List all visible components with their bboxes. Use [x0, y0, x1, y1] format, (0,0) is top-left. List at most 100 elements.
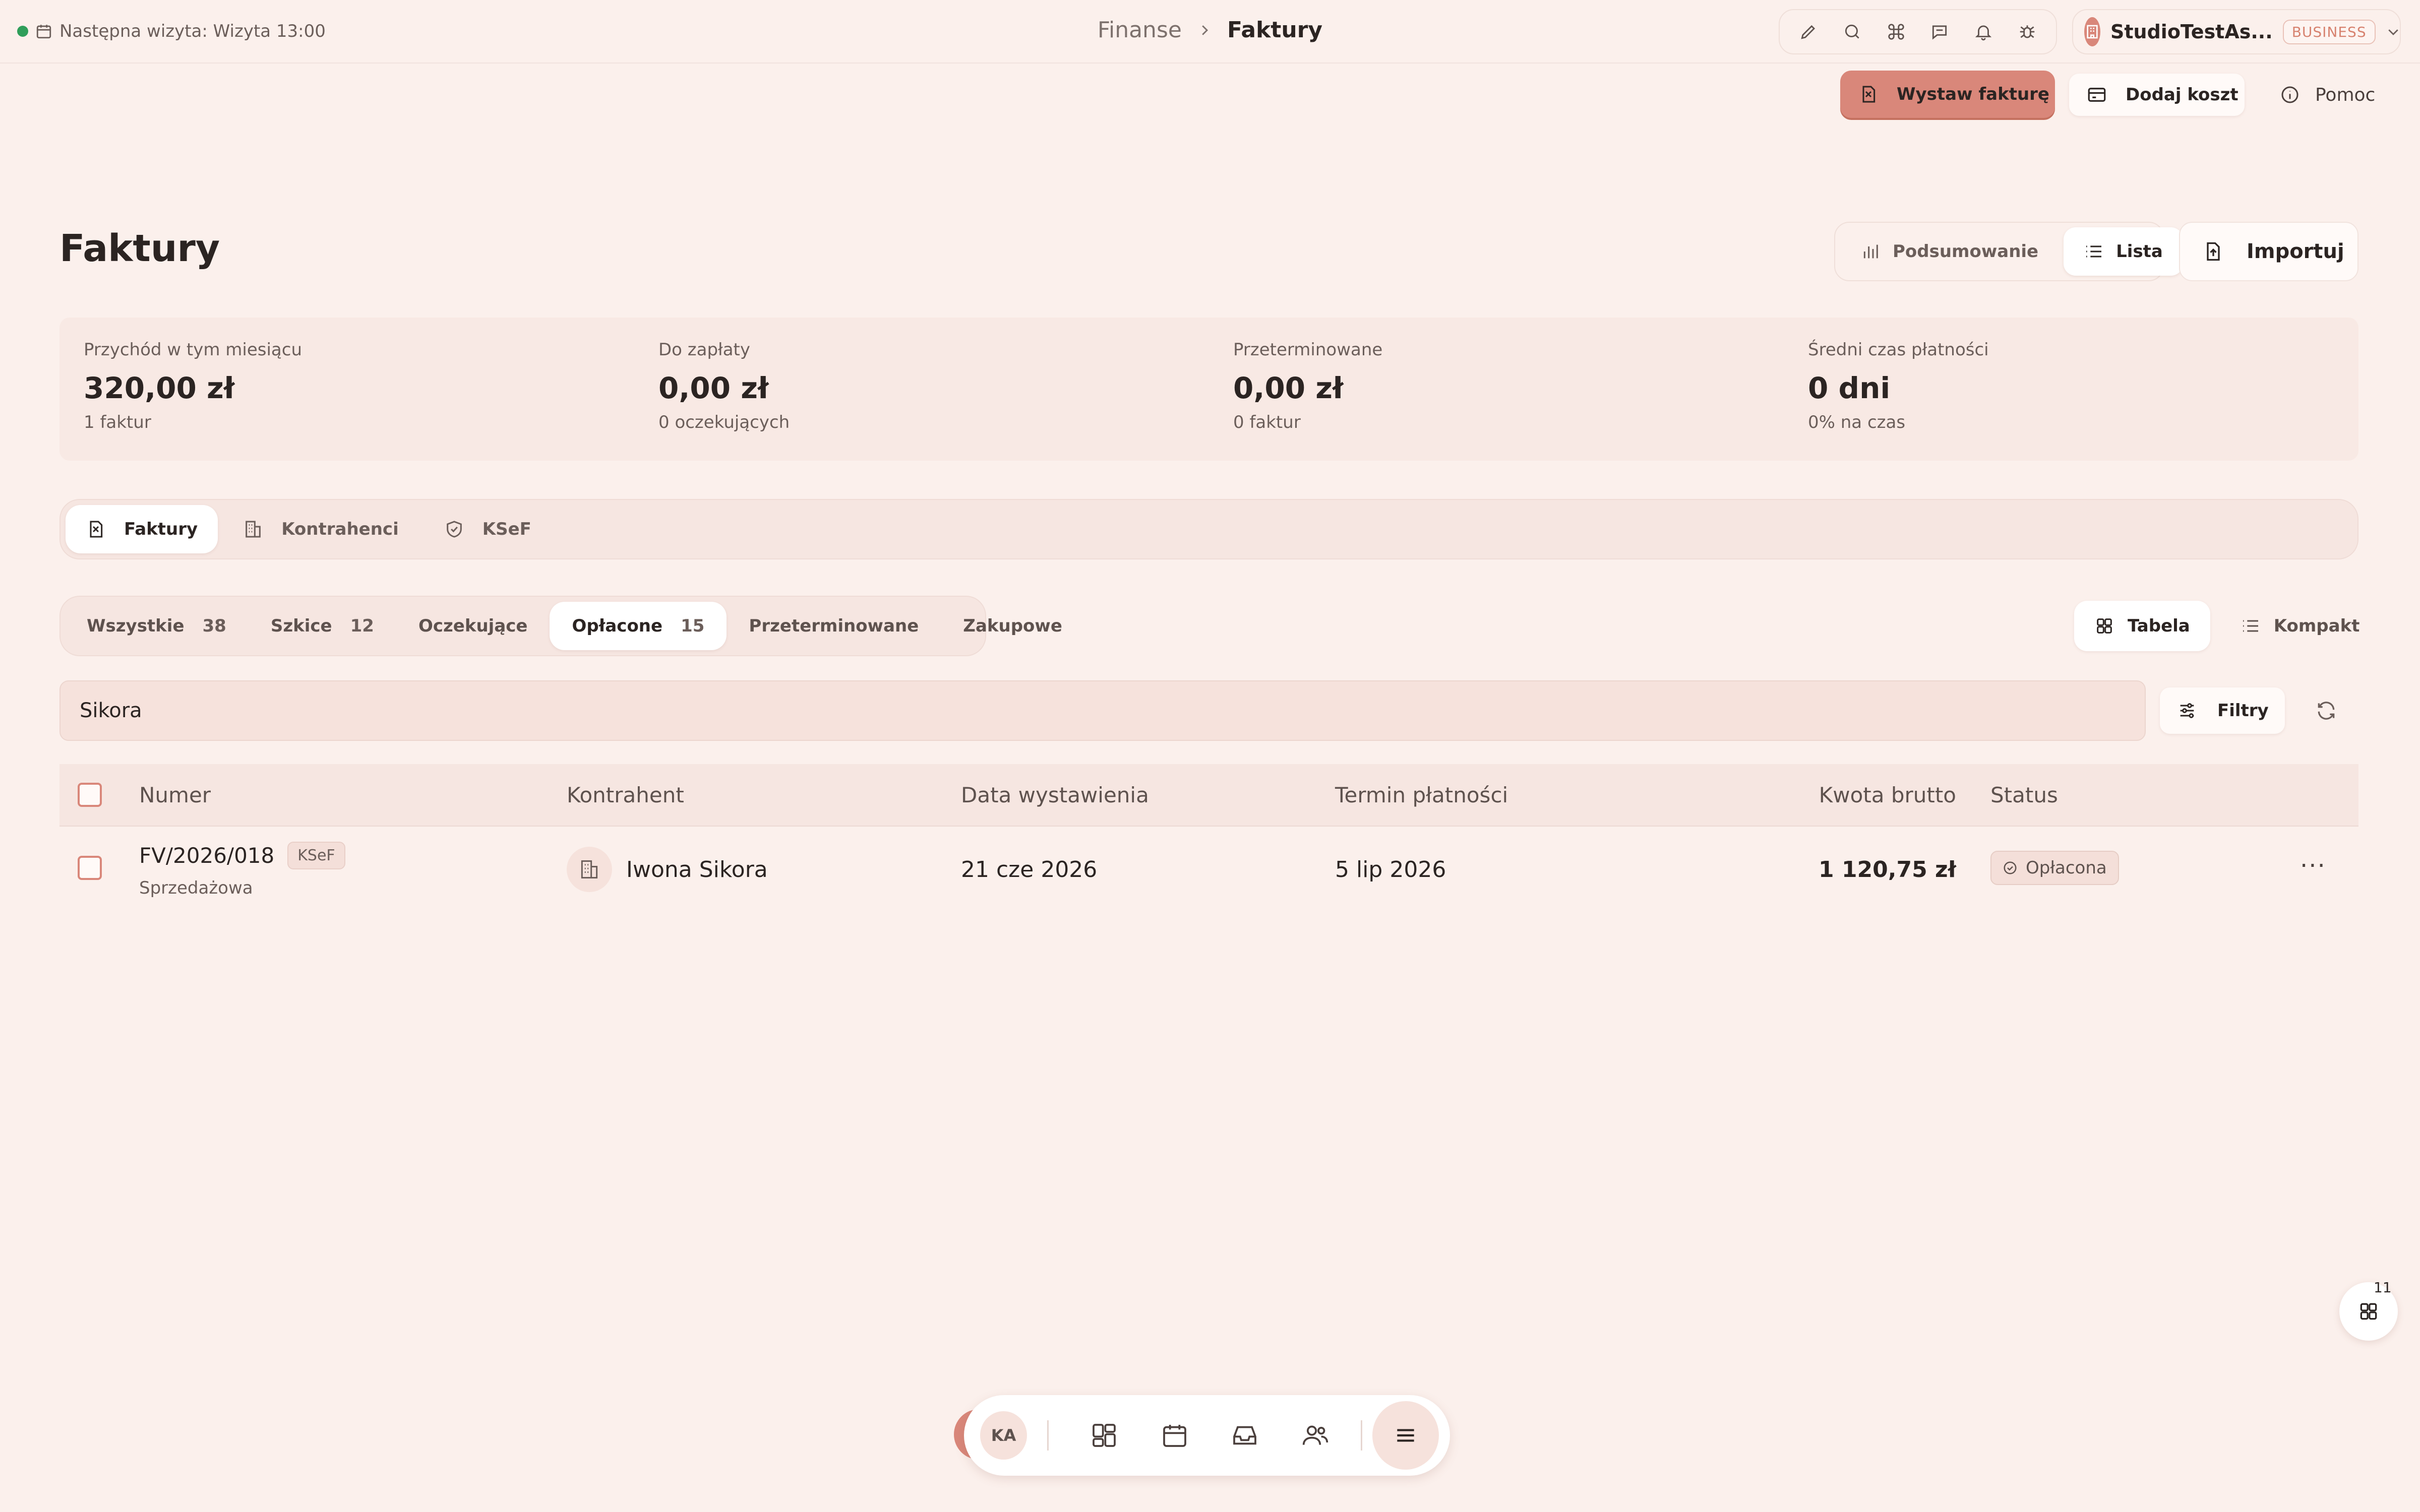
toolbar-icons	[1779, 9, 2057, 54]
search-icon[interactable]	[1835, 14, 1870, 49]
stat-sub: 0 oczekujących	[658, 412, 790, 432]
command-icon[interactable]	[1879, 14, 1914, 49]
info-icon	[2280, 85, 2300, 105]
column-header[interactable]: Numer	[139, 783, 211, 807]
tab-invoices[interactable]: Faktury	[66, 505, 218, 553]
chevron-right-icon	[1197, 23, 1212, 38]
refresh-icon[interactable]	[2310, 695, 2342, 727]
stat-value: 0,00 zł	[658, 371, 769, 405]
page-title: Faktury	[59, 227, 220, 270]
contractor-cell: Iwona Sikora	[567, 847, 768, 892]
tab-contractors[interactable]: Kontrahenci	[223, 505, 419, 553]
stat-label: Przeterminowane	[1233, 340, 1383, 360]
column-header[interactable]: Status	[1990, 783, 2058, 807]
column-header[interactable]: Kwota brutto	[1819, 783, 1956, 807]
more-options-icon[interactable]: ···	[2300, 852, 2326, 880]
stat-card: Przeterminowane 0,00 zł 0 faktur	[1209, 318, 1784, 461]
list-icon	[2241, 616, 2261, 636]
view-summary-label: Podsumowanie	[1893, 241, 2039, 262]
bell-icon[interactable]	[1966, 14, 2001, 49]
table-header: Numer Kontrahent Data wystawienia Termin…	[59, 764, 2358, 827]
divider	[1047, 1420, 1049, 1451]
add-cost-label: Dodaj koszt	[2126, 85, 2238, 105]
avatar[interactable]: KA	[980, 1411, 1027, 1460]
row-checkbox[interactable]	[78, 856, 102, 880]
chevron-down-icon	[2386, 24, 2401, 39]
stat-card: Przychód w tym miesiącu 320,00 zł 1 fakt…	[59, 318, 634, 461]
invoice-number-cell: FV/2026/018 KSeF	[139, 842, 345, 869]
dashboard-icon[interactable]	[1069, 1408, 1139, 1463]
view-list-label: Lista	[2116, 241, 2163, 262]
ksef-badge: KSeF	[287, 842, 345, 869]
column-header[interactable]: Kontrahent	[567, 783, 684, 807]
bottom-dock: KA	[964, 1395, 1450, 1476]
calendar-icon[interactable]	[1139, 1408, 1210, 1463]
account-switcher[interactable]: StudioTestAs... BUSINESS	[2072, 9, 2401, 54]
stat-value: 0,00 zł	[1233, 371, 1344, 405]
plan-badge: BUSINESS	[2282, 19, 2376, 44]
shield-check-icon	[444, 519, 464, 539]
building-icon	[567, 847, 612, 892]
divider	[1361, 1420, 1362, 1451]
stat-sub: 1 faktur	[84, 412, 151, 432]
issue-invoice-button[interactable]: Wystaw fakturę	[1840, 71, 2055, 118]
column-header[interactable]: Data wystawienia	[961, 783, 1149, 807]
chip-pending[interactable]: Oczekujące	[396, 602, 550, 650]
filters-button[interactable]: Filtry	[2160, 687, 2285, 734]
chip-overdue[interactable]: Przeterminowane	[727, 602, 941, 650]
chip-all[interactable]: Wszystkie 38	[65, 602, 249, 650]
due-date: 5 lip 2026	[1335, 857, 1446, 883]
import-button[interactable]: Importuj	[2179, 222, 2358, 281]
chip-drafts[interactable]: Szkice 12	[249, 602, 396, 650]
bar-chart-icon	[1860, 241, 1881, 262]
invoice-type: Sprzedażowa	[139, 878, 253, 898]
add-cost-button[interactable]: Dodaj koszt	[2069, 74, 2245, 116]
stat-value: 320,00 zł	[84, 371, 235, 405]
layout-compact-label: Kompakt	[2273, 616, 2360, 636]
bug-icon[interactable]	[2010, 14, 2045, 49]
users-icon[interactable]	[1280, 1408, 1351, 1463]
stat-label: Przychód w tym miesiącu	[84, 340, 302, 360]
chat-icon[interactable]	[1922, 14, 1957, 49]
import-label: Importuj	[2247, 240, 2344, 263]
column-header[interactable]: Termin płatności	[1335, 783, 1508, 807]
widget-count-badge: 11	[2374, 1279, 2392, 1296]
stat-card: Średni czas płatności 0 dni 0% na czas	[1784, 318, 2358, 461]
select-all-checkbox[interactable]	[78, 783, 102, 807]
breadcrumb-parent[interactable]: Finanse	[1098, 17, 1182, 43]
sliders-icon	[2177, 701, 2197, 721]
help-label: Pomoc	[2315, 84, 2376, 105]
help-button[interactable]: Pomoc	[2270, 74, 2406, 116]
chip-label: Szkice	[270, 616, 332, 636]
tab-ksef-label: KSeF	[482, 519, 531, 539]
stat-card: Do zapłaty 0,00 zł 0 oczekujących	[634, 318, 1209, 461]
table-row[interactable]: FV/2026/018 KSeF Sprzedażowa Iwona Sikor…	[59, 828, 2358, 911]
invoice-number[interactable]: FV/2026/018	[139, 843, 274, 868]
contractor-name[interactable]: Iwona Sikora	[626, 857, 768, 883]
file-upload-icon	[2202, 240, 2224, 263]
chip-purchase[interactable]: Zakupowe	[941, 602, 1084, 650]
menu-icon[interactable]	[1372, 1401, 1439, 1470]
invoice-icon	[86, 519, 106, 539]
chip-paid[interactable]: Opłacone 15	[550, 602, 727, 650]
layout-table-button[interactable]: Tabela	[2074, 601, 2210, 651]
chip-label: Zakupowe	[963, 616, 1062, 636]
view-list-tab[interactable]: Lista	[2064, 227, 2183, 276]
status-label: Opłacona	[2026, 858, 2107, 878]
invoice-icon	[1858, 84, 1879, 104]
pen-icon[interactable]	[1791, 14, 1826, 49]
stat-sub: 0 faktur	[1233, 412, 1301, 432]
building-icon	[243, 519, 263, 539]
layout-compact-button[interactable]: Kompakt	[2220, 601, 2380, 651]
building-icon	[2084, 17, 2100, 46]
check-circle-icon	[2003, 860, 2018, 875]
tab-ksef[interactable]: KSeF	[424, 505, 552, 553]
gross-amount: 1 120,75 zł	[1819, 857, 1956, 883]
status-badge: Opłacona	[1990, 851, 2119, 885]
search-input[interactable]	[80, 699, 2145, 722]
stat-sub: 0% na czas	[1808, 412, 1906, 432]
tab-invoices-label: Faktury	[124, 519, 198, 539]
chip-label: Oczekujące	[418, 616, 528, 636]
view-summary-tab[interactable]: Podsumowanie	[1840, 227, 2059, 276]
inbox-icon[interactable]	[1210, 1408, 1281, 1463]
